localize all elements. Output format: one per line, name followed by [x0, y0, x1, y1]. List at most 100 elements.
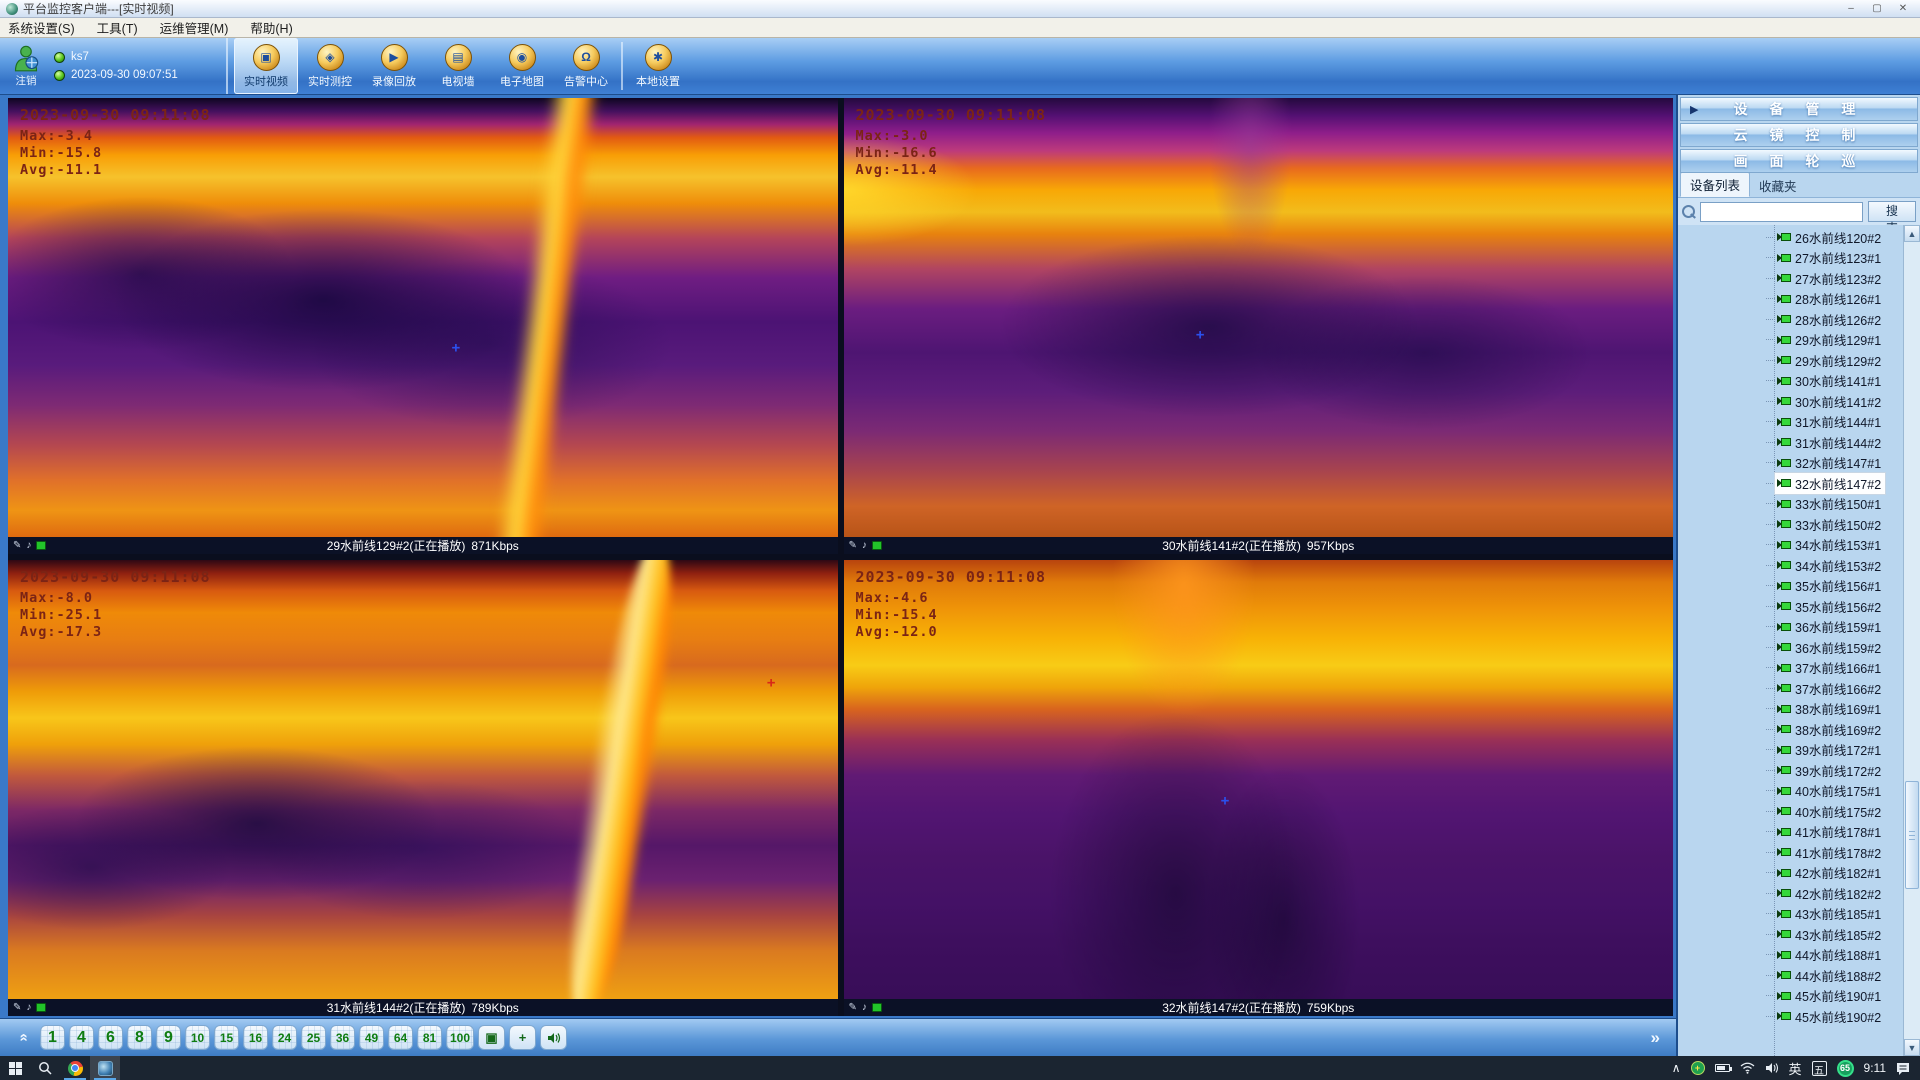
- device-item[interactable]: 40水前线175#2: [1678, 801, 1903, 822]
- toolbar-button-local-settings[interactable]: ✱本地设置: [626, 38, 690, 94]
- ime-mode-indicator[interactable]: 五: [1812, 1061, 1827, 1076]
- layout-1-button[interactable]: 1: [40, 1025, 65, 1050]
- device-list-scrollbar[interactable]: ▲ ▼: [1903, 225, 1920, 1056]
- layout-49-button[interactable]: 49: [359, 1025, 384, 1050]
- scroll-down-icon[interactable]: ▼: [1904, 1039, 1920, 1056]
- layout-24-button[interactable]: 24: [272, 1025, 297, 1050]
- antivirus-shield-icon[interactable]: +: [1691, 1061, 1705, 1075]
- device-item[interactable]: 31水前线144#2: [1678, 432, 1903, 453]
- layout-64-button[interactable]: 64: [388, 1025, 413, 1050]
- device-item[interactable]: 28水前线126#1: [1678, 289, 1903, 310]
- device-item[interactable]: 45水前线190#2: [1678, 1006, 1903, 1027]
- annotate-icon[interactable]: ✎: [13, 541, 21, 551]
- device-item[interactable]: 29水前线129#1: [1678, 330, 1903, 351]
- audio-icon[interactable]: ♪: [862, 1003, 867, 1013]
- device-item[interactable]: 34水前线153#1: [1678, 535, 1903, 556]
- maximize-button[interactable]: ▢: [1864, 2, 1890, 16]
- toolbar-button-e-map[interactable]: ◉电子地图: [490, 38, 554, 94]
- split-add-button[interactable]: +: [509, 1025, 536, 1050]
- tab-favorites[interactable]: 收藏夹: [1750, 174, 1806, 197]
- volume-button[interactable]: [540, 1025, 567, 1050]
- device-item[interactable]: 35水前线156#1: [1678, 576, 1903, 597]
- search-input[interactable]: [1700, 202, 1863, 222]
- toolbar-button-playback[interactable]: ▶录像回放: [362, 38, 426, 94]
- menu-item[interactable]: 工具(T): [97, 18, 138, 37]
- device-item[interactable]: 36水前线159#1: [1678, 617, 1903, 638]
- notification-center-icon[interactable]: [1896, 1062, 1910, 1075]
- toolbar-button-realtime-video[interactable]: ▣实时视频: [234, 38, 298, 94]
- record-camera-icon[interactable]: [872, 541, 882, 550]
- video-panel-2[interactable]: 2023-09-30 09:11:08 Max:-3.0 Min:-16.6 A…: [844, 98, 1674, 554]
- panel-screen-patrol[interactable]: 画 面 轮 巡: [1680, 149, 1918, 173]
- battery-percent-badge[interactable]: 65: [1837, 1060, 1854, 1077]
- device-item[interactable]: 33水前线150#2: [1678, 514, 1903, 535]
- layout-8-button[interactable]: 8: [127, 1025, 152, 1050]
- tab-device-list[interactable]: 设备列表: [1680, 172, 1750, 197]
- device-item[interactable]: 27水前线123#1: [1678, 248, 1903, 269]
- wifi-icon[interactable]: [1740, 1062, 1755, 1074]
- device-item[interactable]: 43水前线185#1: [1678, 904, 1903, 925]
- device-item[interactable]: 37水前线166#2: [1678, 678, 1903, 699]
- scroll-thumb[interactable]: [1905, 781, 1919, 889]
- layout-100-button[interactable]: 100: [446, 1025, 474, 1050]
- layout-81-button[interactable]: 81: [417, 1025, 442, 1050]
- ime-language-indicator[interactable]: 英: [1789, 1059, 1802, 1078]
- volume-icon[interactable]: [1765, 1062, 1779, 1074]
- device-item[interactable]: 36水前线159#2: [1678, 637, 1903, 658]
- device-item[interactable]: 32水前线147#2: [1678, 473, 1903, 494]
- layout-9-button[interactable]: 9: [156, 1025, 181, 1050]
- device-item[interactable]: 30水前线141#2: [1678, 391, 1903, 412]
- device-item[interactable]: 42水前线182#1: [1678, 863, 1903, 884]
- device-item[interactable]: 43水前线185#2: [1678, 924, 1903, 945]
- device-item[interactable]: 41水前线178#2: [1678, 842, 1903, 863]
- minimize-button[interactable]: –: [1838, 2, 1864, 16]
- device-item[interactable]: 38水前线169#1: [1678, 699, 1903, 720]
- start-button[interactable]: [0, 1056, 30, 1080]
- taskbar-search-button[interactable]: [30, 1056, 60, 1080]
- taskbar-monitoring-app-button[interactable]: [90, 1056, 120, 1080]
- panel-ptz-control[interactable]: 云 镜 控 制: [1680, 123, 1918, 147]
- video-panel-4[interactable]: 2023-09-30 09:11:08 Max:-4.6 Min:-15.4 A…: [844, 560, 1674, 1016]
- layout-16-button[interactable]: 16: [243, 1025, 268, 1050]
- device-item[interactable]: 26水前线120#2: [1678, 227, 1903, 248]
- toolbar-button-realtime-measure[interactable]: ◈实时测控: [298, 38, 362, 94]
- video-panel-3[interactable]: 2023-09-30 09:11:08 Max:-8.0 Min:-25.1 A…: [8, 560, 838, 1016]
- device-item[interactable]: 27水前线123#2: [1678, 268, 1903, 289]
- toolbar-button-alarm-center[interactable]: Ω告警中心: [554, 38, 618, 94]
- device-item[interactable]: 37水前线166#1: [1678, 658, 1903, 679]
- panel-device-management[interactable]: ▶ 设 备 管 理: [1680, 97, 1918, 121]
- audio-icon[interactable]: ♪: [26, 1003, 31, 1013]
- record-camera-icon[interactable]: [872, 1003, 882, 1012]
- tray-chevron-icon[interactable]: ∧: [1672, 1061, 1681, 1075]
- layout-15-button[interactable]: 15: [214, 1025, 239, 1050]
- audio-icon[interactable]: ♪: [862, 541, 867, 551]
- device-item[interactable]: 39水前线172#1: [1678, 740, 1903, 761]
- layout-4-button[interactable]: 4: [69, 1025, 94, 1050]
- search-button[interactable]: 搜 索: [1868, 201, 1916, 222]
- layout-36-button[interactable]: 36: [330, 1025, 355, 1050]
- fullscreen-button[interactable]: ▣: [478, 1025, 505, 1050]
- device-item[interactable]: 32水前线147#1: [1678, 453, 1903, 474]
- expand-right-icon[interactable]: »: [1651, 1028, 1666, 1048]
- device-item[interactable]: 42水前线182#2: [1678, 883, 1903, 904]
- taskbar-chrome-button[interactable]: [60, 1056, 90, 1080]
- record-camera-icon[interactable]: [36, 1003, 46, 1012]
- device-item[interactable]: 33水前线150#1: [1678, 494, 1903, 515]
- annotate-icon[interactable]: ✎: [849, 1003, 857, 1013]
- menu-item[interactable]: 帮助(H): [250, 18, 292, 37]
- annotate-icon[interactable]: ✎: [849, 541, 857, 551]
- video-panel-1[interactable]: 2023-09-30 09:11:08 Max:-3.4 Min:-15.8 A…: [8, 98, 838, 554]
- collapse-up-icon[interactable]: »: [15, 1025, 32, 1051]
- device-item[interactable]: 38水前线169#2: [1678, 719, 1903, 740]
- menu-item[interactable]: 运维管理(M): [160, 18, 229, 37]
- device-item[interactable]: 34水前线153#2: [1678, 555, 1903, 576]
- scroll-up-icon[interactable]: ▲: [1904, 225, 1920, 242]
- device-item[interactable]: 28水前线126#2: [1678, 309, 1903, 330]
- device-item[interactable]: 44水前线188#2: [1678, 965, 1903, 986]
- device-item[interactable]: 29水前线129#2: [1678, 350, 1903, 371]
- layout-25-button[interactable]: 25: [301, 1025, 326, 1050]
- device-item[interactable]: 45水前线190#1: [1678, 986, 1903, 1007]
- record-camera-icon[interactable]: [36, 541, 46, 550]
- device-item[interactable]: 40水前线175#1: [1678, 781, 1903, 802]
- logout-button[interactable]: 注销: [6, 44, 46, 88]
